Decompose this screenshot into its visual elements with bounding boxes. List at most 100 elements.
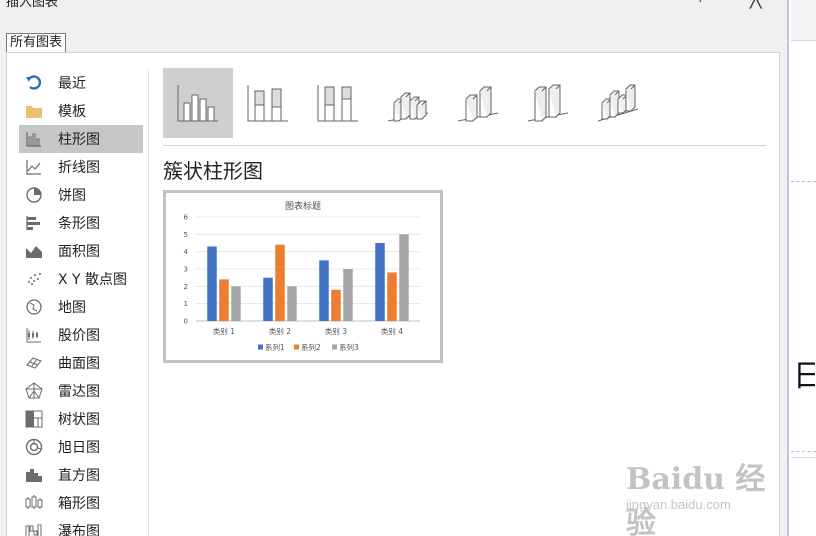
bar-系列2-类别1	[219, 279, 229, 321]
folder-icon	[23, 100, 45, 122]
sidebar-item-label: 最近	[58, 76, 86, 92]
title-bar: 插入图表 ? ╳	[0, 0, 789, 13]
divider	[163, 145, 766, 146]
100-stacked-column-button[interactable]	[303, 68, 373, 138]
pie-chart-icon	[23, 184, 45, 206]
legend-label: 系列2	[301, 342, 321, 352]
sidebar-item-surface-chart[interactable]: 曲面图	[19, 349, 143, 377]
bar-系列1-类别4	[375, 243, 385, 321]
sidebar-item-label: 雷达图	[58, 384, 100, 400]
y-tick-label: 5	[184, 231, 188, 239]
close-button[interactable]: ╳	[750, 0, 761, 9]
x-tick-label: 类别 4	[381, 326, 403, 336]
map-chart-icon	[23, 296, 45, 318]
scatter-chart-icon	[23, 268, 45, 290]
y-tick-label: 4	[184, 248, 189, 256]
3d-clustered-column-icon	[387, 92, 429, 122]
sidebar-item-treemap-chart[interactable]: 树状图	[19, 405, 143, 433]
x-tick-label: 类别 1	[213, 326, 235, 336]
sidebar-item-box-whisker-chart[interactable]: 箱形图	[19, 489, 143, 517]
sidebar-item-map-chart[interactable]: 地图	[19, 293, 143, 321]
bar-系列1-类别3	[319, 260, 329, 321]
sidebar-item-label: 瀑布图	[58, 524, 100, 536]
watermark-url: jingyan.baidu.com	[626, 497, 731, 512]
chart-type-list: 最近模板柱形图折线图饼图条形图面积图 X Y 散点图地图 股价图 曲面图雷达图树状图旭…	[19, 69, 143, 536]
tab-all-charts[interactable]: 所有图表	[6, 33, 67, 52]
watermark: Baidu 经验 jingyan.baidu.com	[622, 448, 782, 536]
sidebar-item-label: X Y 散点图	[58, 272, 128, 288]
100-stacked-column-icon	[317, 85, 358, 122]
line-chart-icon	[23, 156, 45, 178]
chart-subtype-gallery	[163, 68, 653, 138]
sidebar-item-scatter-chart[interactable]: X Y 散点图	[19, 265, 143, 293]
divider	[791, 457, 816, 458]
sidebar-item-recent[interactable]: 最近	[19, 69, 143, 97]
sidebar-item-label: 树状图	[58, 412, 100, 428]
column-chart-icon	[23, 128, 45, 150]
legend-swatch	[294, 344, 299, 350]
clustered-column-icon	[177, 85, 218, 122]
3d-column-button[interactable]	[583, 68, 653, 138]
divider	[148, 69, 149, 536]
sidebar-item-column-chart[interactable]: 柱形图	[19, 125, 143, 153]
surface-chart-icon	[23, 352, 45, 374]
document-text: 日 小	[793, 360, 815, 394]
sidebar-item-pie-chart[interactable]: 饼图	[19, 181, 143, 209]
chart-preview[interactable]: 图表标题 0 1 2 3 4 5 6 类别 1 类别 2 类别 3 类别 4 系列1 系列2 系列3	[163, 190, 443, 363]
legend-swatch	[332, 344, 337, 350]
ribbon-edge	[791, 0, 816, 41]
sidebar-item-label: 柱形图	[58, 132, 100, 148]
x-tick-label: 类别 3	[325, 326, 347, 336]
radar-chart-icon	[23, 380, 45, 402]
y-tick-label: 3	[184, 266, 188, 274]
bar-系列1-类别1	[207, 246, 217, 321]
3d-100-stacked-column-icon	[527, 84, 569, 122]
3d-clustered-column-button[interactable]	[373, 68, 443, 138]
sidebar-item-folder[interactable]: 模板	[19, 97, 143, 125]
x-tick-label: 类别 2	[269, 326, 291, 336]
sidebar-item-stock-chart[interactable]: 股价图	[19, 321, 143, 349]
document-edge: 日 小	[791, 0, 816, 536]
legend-label: 系列3	[339, 342, 359, 352]
sidebar-item-radar-chart[interactable]: 雷达图	[19, 377, 143, 405]
bar-系列1-类别2	[263, 277, 273, 321]
sidebar-item-sunburst-chart[interactable]: 旭日图	[19, 433, 143, 461]
bar-系列3-类别4	[399, 234, 409, 321]
legend-swatch	[258, 344, 263, 350]
y-tick-label: 2	[184, 283, 188, 291]
box-whisker-chart-icon	[23, 492, 45, 514]
3d-column-icon	[597, 84, 639, 122]
clustered-column-button[interactable]	[163, 68, 233, 138]
sunburst-chart-icon	[23, 436, 45, 458]
waterfall-chart-icon	[23, 520, 45, 536]
divider	[791, 451, 816, 452]
sidebar-item-area-chart[interactable]: 面积图	[19, 237, 143, 265]
bar-系列3-类别2	[287, 286, 297, 321]
sidebar-item-label: 折线图	[58, 160, 100, 176]
sidebar-item-label: 条形图	[58, 216, 100, 232]
chart-title: 图表标题	[285, 200, 321, 212]
watermark-logo: Baidu 经验	[626, 462, 766, 536]
stacked-column-button[interactable]	[233, 68, 303, 138]
sidebar-item-waterfall-chart[interactable]: 瀑布图	[19, 517, 143, 536]
sidebar-item-label: 饼图	[58, 188, 86, 204]
stacked-column-icon	[247, 85, 288, 122]
selected-chart-heading: 簇状柱形图	[163, 159, 263, 183]
histogram-chart-icon	[23, 464, 45, 486]
stock-chart-icon	[23, 324, 45, 346]
y-tick-label: 6	[184, 214, 189, 222]
bar-系列2-类别2	[275, 244, 285, 321]
bar-系列3-类别3	[343, 269, 353, 321]
legend-label: 系列1	[265, 342, 285, 352]
sidebar-item-histogram-chart[interactable]: 直方图	[19, 461, 143, 489]
sidebar-item-bar-chart[interactable]: 条形图	[19, 209, 143, 237]
3d-100-stacked-column-button[interactable]	[513, 68, 583, 138]
3d-stacked-column-button[interactable]	[443, 68, 513, 138]
dialog-title: 插入图表	[6, 0, 59, 10]
y-tick-label: 1	[184, 300, 188, 308]
bar-系列2-类别4	[387, 272, 397, 321]
sidebar-item-label: 箱形图	[58, 496, 100, 512]
help-button[interactable]: ?	[697, 0, 704, 6]
sidebar-item-line-chart[interactable]: 折线图	[19, 153, 143, 181]
divider	[791, 181, 816, 182]
